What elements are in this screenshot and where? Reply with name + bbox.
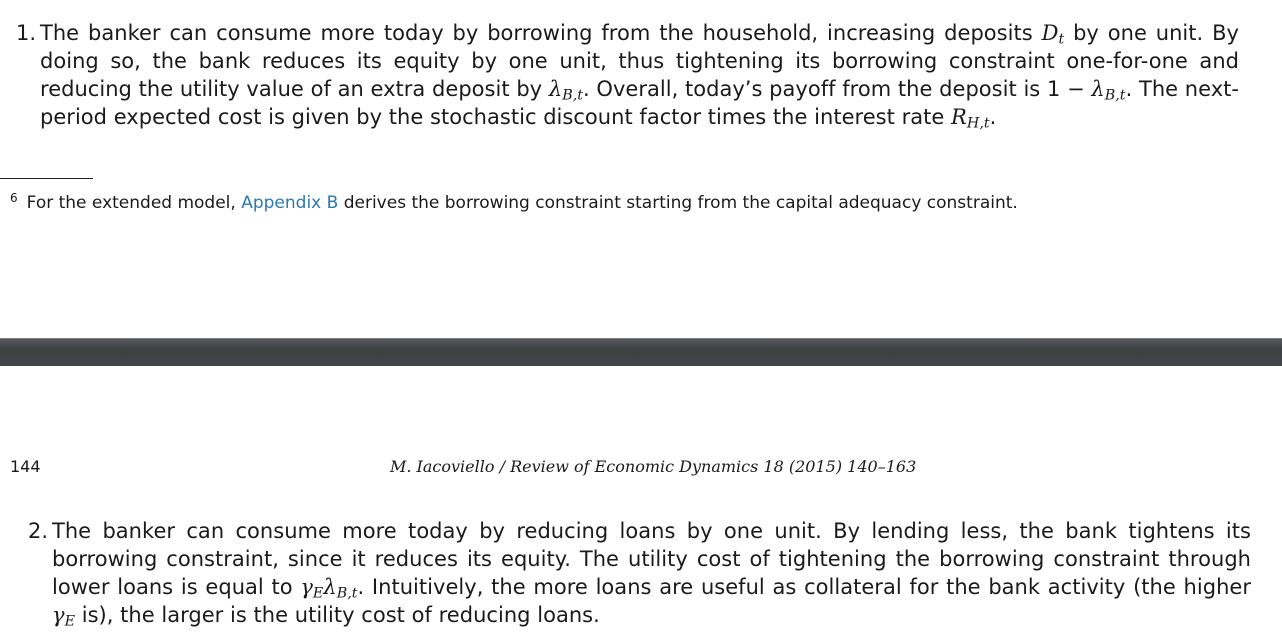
math-gamma-e: γE [300,575,324,602]
math-subscript: B,t [336,585,358,602]
page-separator [0,338,1282,366]
footnote-text: For the extended model, [26,193,242,213]
math-symbol: D [1041,21,1059,45]
math-subscript: B,t [1104,87,1126,104]
math-lambda-b: λB,t [1091,77,1126,104]
list-item-number: 1. [16,21,37,45]
footnote-rule [0,178,93,179]
math-lambda-b: λB,t [323,575,358,602]
list-item-2: 2. The banker can consume more today by r… [28,517,1252,630]
math-subscript: E [64,613,76,630]
math-interest-rate: RH,t [951,105,990,132]
page-number: 144 [10,457,41,476]
math-subscript: E [312,585,324,602]
item-text: . [989,105,997,129]
math-subscript: H,t [966,115,990,132]
math-symbol: λ [323,575,337,599]
item-text: . Overall, today’s payoff from the depos… [583,77,1092,101]
math-gamma-e: γE [52,603,76,630]
item-text: The banker can consume more today by bor… [40,21,1042,45]
list-item-number: 2. [28,519,49,543]
running-head: M. Iacoviello / Review of Economic Dynam… [390,457,917,476]
appendix-link[interactable]: Appendix B [241,193,338,213]
list-item-1: 1. The banker can consume more today by b… [16,19,1239,132]
math-symbol: R [951,105,967,129]
math-symbol: γ [52,603,65,627]
footnote-text: derives the borrowing constraint startin… [338,193,1018,213]
math-deposits: Dt [1041,21,1065,47]
item-text: . Intuitively, the more loans are useful… [357,575,1252,599]
footnote: 6 For the extended model, Appendix B deri… [10,187,1018,214]
math-symbol: λ [1091,77,1105,101]
math-subscript: B,t [562,87,583,104]
footnote-marker: 6 [10,191,18,205]
math-symbol: γ [300,575,313,599]
item-text: is), the larger is the utility cost of r… [75,603,600,627]
math-lambda-b: λB,t [548,77,583,104]
math-symbol: λ [548,77,563,101]
